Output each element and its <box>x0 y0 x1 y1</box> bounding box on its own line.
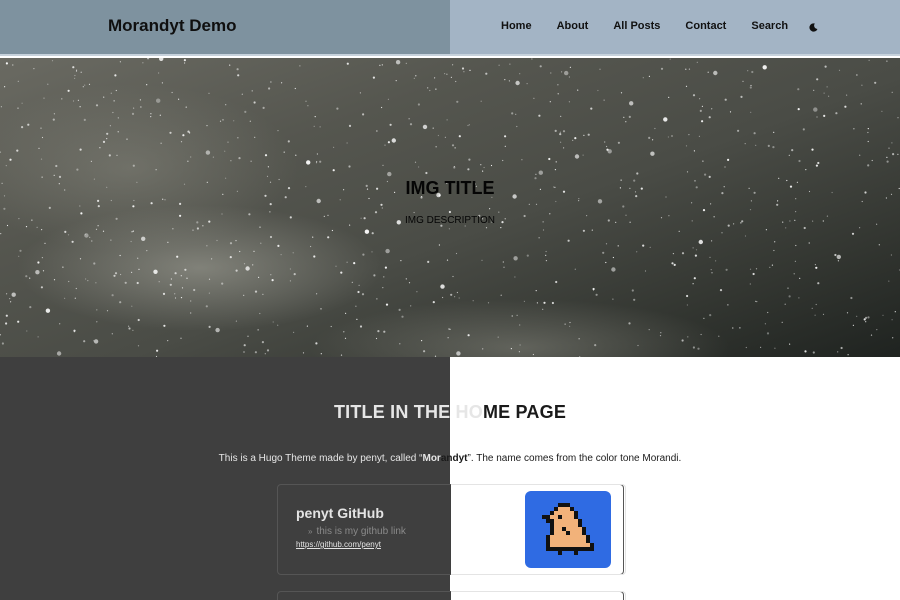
pixel-bird-avatar-icon <box>525 491 611 568</box>
card-url-link[interactable]: https://github.com/penyt <box>296 540 381 549</box>
hero-background-image <box>0 58 900 357</box>
nav-item-home[interactable]: Home <box>501 20 532 33</box>
home-page-title: TITLE IN THE HOME PAGE <box>333 402 567 422</box>
hero-description: IMG DESCRIPTION <box>404 215 495 226</box>
nav-item-about[interactable]: About <box>557 20 589 33</box>
card-border <box>451 591 626 600</box>
intro-text-start: This is a Hugo Theme made by penyt, call… <box>218 453 423 464</box>
top-navbar: Morandyt Demo Home About All Posts Conta… <box>0 0 900 56</box>
card-title: penyt GitHub <box>296 505 384 521</box>
card-subtitle: » this is my github link <box>308 526 406 537</box>
nav-item-all-posts[interactable]: All Posts <box>613 20 660 33</box>
link-card-github[interactable]: penyt GitHub » this is my github link htt… <box>277 484 626 575</box>
hero-banner: IMG TITLE IMG DESCRIPTION <box>0 58 900 357</box>
nav-menu: Home About All Posts Contact Search <box>501 20 818 33</box>
double-arrow-icon: » <box>308 527 313 536</box>
intro-theme-name: Mor <box>422 453 441 464</box>
link-card-next[interactable] <box>277 591 626 600</box>
main-content: TITLE IN THE HOME PAGE This is a Hugo Th… <box>0 357 900 600</box>
site-brand-link[interactable]: Morandyt Demo <box>108 16 236 36</box>
nav-item-search[interactable]: Search <box>751 20 788 33</box>
hero-title: IMG TITLE <box>405 178 495 198</box>
intro-theme-name-rest: andyt <box>440 453 468 464</box>
intro-text-end: ”. The name comes from the color tone Mo… <box>467 453 682 464</box>
intro-paragraph: This is a Hugo Theme made by penyt, call… <box>0 453 900 464</box>
card-subtitle-text: this is my github link <box>316 526 406 537</box>
moon-icon[interactable] <box>809 22 818 32</box>
nav-item-contact[interactable]: Contact <box>685 20 726 33</box>
